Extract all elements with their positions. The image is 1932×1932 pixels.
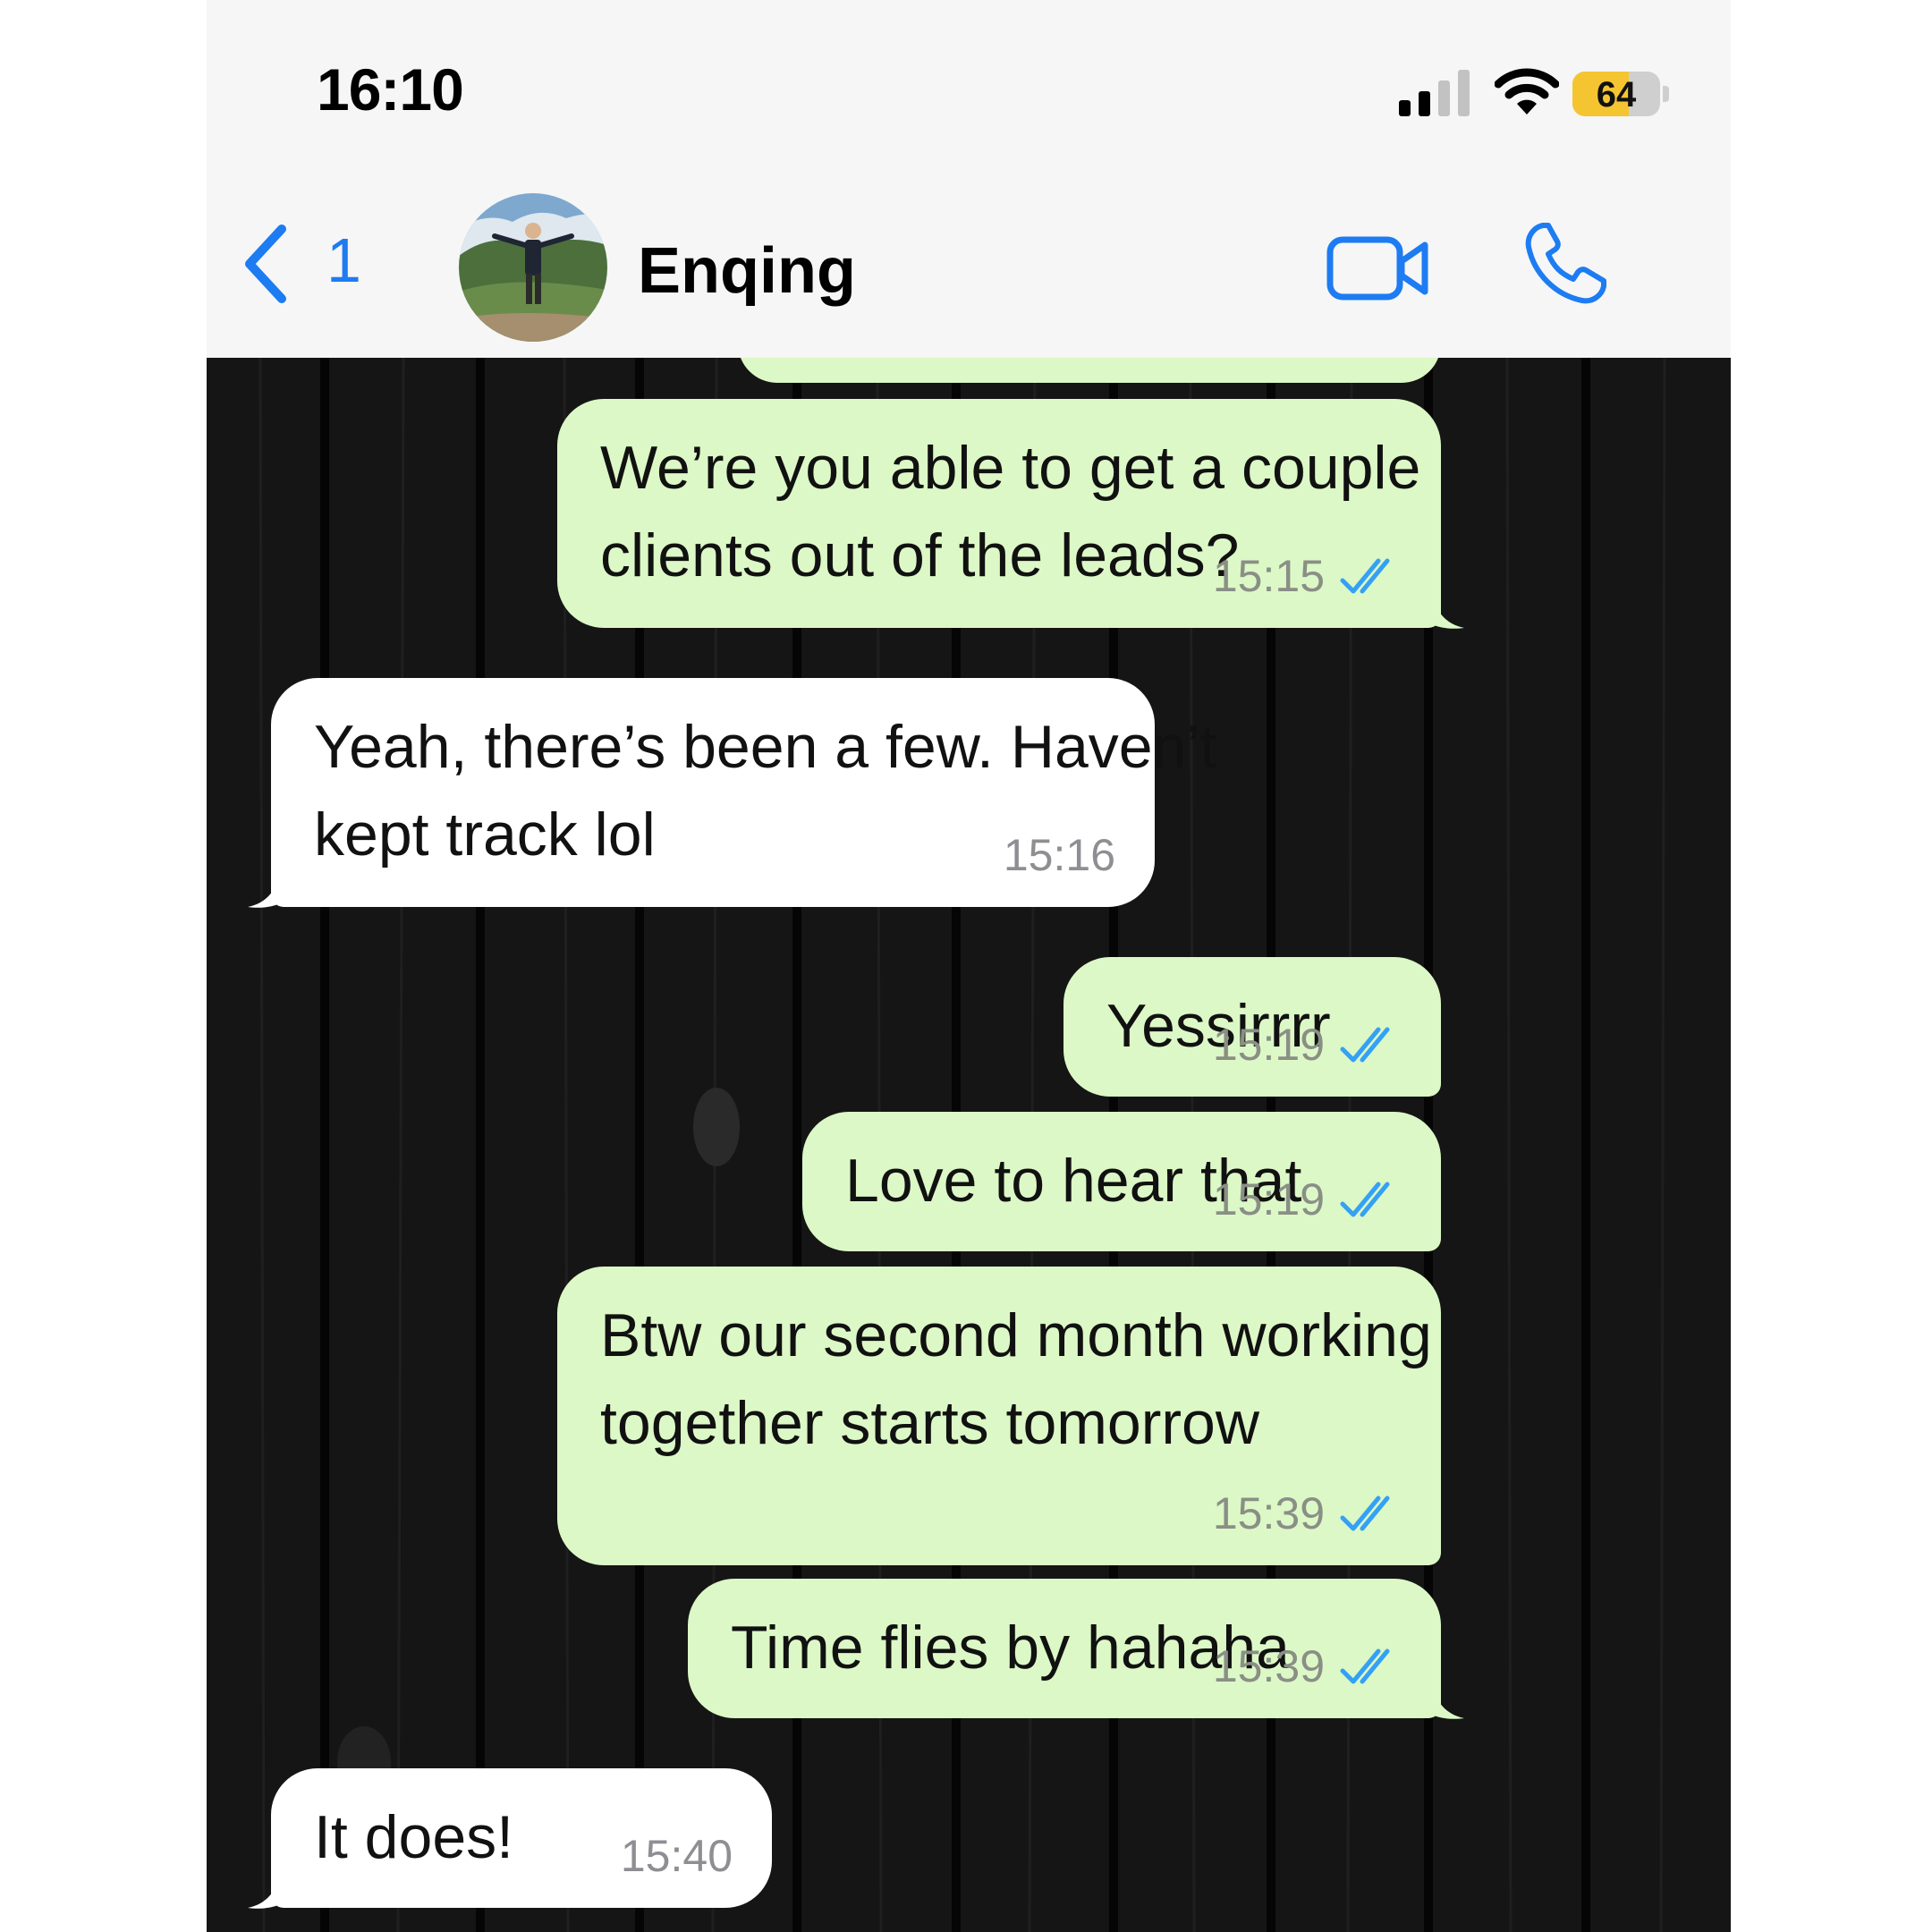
message-text-line: Btw our second month working: [600, 1301, 1432, 1369]
message-text-line: It does!: [314, 1803, 514, 1871]
message-meta: 15:39: [1213, 1640, 1402, 1693]
message-timestamp: 15:40: [620, 1831, 733, 1881]
bubble-tail: [248, 1874, 280, 1909]
avatar[interactable]: [459, 193, 607, 342]
message-timestamp: 15:19: [1212, 1020, 1325, 1070]
double-check-read-icon: [1340, 1182, 1390, 1217]
chat-header: 1 Enqing: [207, 170, 1731, 358]
contact-name[interactable]: Enqing: [638, 234, 856, 308]
message-meta: 15:19: [1213, 1018, 1402, 1072]
unread-count: 1: [326, 225, 361, 295]
chat-area[interactable]: We’re you able to get a couple clients ou…: [207, 358, 1731, 1932]
cellular-signal-icon: [1399, 70, 1470, 116]
outgoing-message-bubble[interactable]: Btw our second month working together sta…: [557, 1267, 1441, 1565]
phone-call-icon[interactable]: [1521, 218, 1611, 308]
outgoing-message-bubble[interactable]: Love to hear that 15:19: [802, 1112, 1441, 1251]
video-call-icon[interactable]: [1325, 225, 1432, 311]
bubble-tail: [248, 873, 280, 908]
status-time: 16:10: [317, 56, 464, 123]
battery-level-text: 64: [1596, 75, 1637, 114]
double-check-read-icon: [1340, 1027, 1390, 1063]
incoming-message-bubble[interactable]: Yeah, there’s been a few. Haven’t kept tr…: [271, 678, 1216, 907]
back-button[interactable]: 1: [239, 215, 364, 313]
outgoing-message-bubble[interactable]: Time flies by hahaha 15:39: [688, 1579, 1441, 1718]
message-meta: 15:39: [1213, 1487, 1402, 1540]
message-meta: 15:19: [1213, 1173, 1402, 1226]
battery-indicator: 64: [1572, 72, 1671, 116]
bubble-tail: [1432, 594, 1464, 629]
partial-message-bubble: [738, 358, 1441, 383]
message-timestamp: 15:16: [1003, 830, 1115, 880]
message-text-line: Time flies by hahaha: [731, 1614, 1290, 1682]
status-bar: 16:10 64: [207, 0, 1731, 170]
double-check-read-icon: [1340, 1496, 1390, 1531]
message-text-line: together starts tomorrow: [600, 1389, 1259, 1457]
chevron-left-icon: [245, 225, 286, 303]
message-meta: 15:16: [1004, 828, 1115, 882]
double-check-read-icon: [1340, 558, 1390, 594]
message-meta: 15:15: [1213, 549, 1402, 603]
phone-screen: 16:10 64 1 Enqing We’re you able to get …: [207, 0, 1731, 1932]
battery-cap: [1663, 86, 1669, 102]
bubble-tail: [1432, 1684, 1464, 1719]
wifi-icon: [1495, 68, 1559, 114]
outgoing-message-bubble[interactable]: We’re you able to get a couple clients ou…: [557, 399, 1441, 628]
incoming-message-bubble[interactable]: It does! 15:40: [271, 1768, 772, 1908]
message-timestamp: 15:15: [1212, 551, 1325, 601]
message-timestamp: 15:39: [1212, 1641, 1325, 1691]
double-check-read-icon: [1340, 1648, 1390, 1684]
message-text: It does!: [314, 1793, 513, 1881]
message-text: Time flies by hahaha: [731, 1604, 1290, 1691]
message-text: Btw our second month working together sta…: [600, 1292, 1432, 1467]
message-text-line: We’re you able to get a couple: [600, 434, 1421, 502]
message-text-line: Yeah, there’s been a few. Haven’t: [314, 713, 1217, 781]
battery-body: 64: [1572, 72, 1660, 116]
message-timestamp: 15:19: [1212, 1174, 1325, 1224]
message-meta: 15:40: [621, 1829, 733, 1883]
outgoing-message-bubble[interactable]: Yessirrrr 15:19: [1063, 957, 1441, 1097]
avatar-photo-icon: [459, 193, 607, 342]
message-timestamp: 15:39: [1212, 1488, 1325, 1538]
